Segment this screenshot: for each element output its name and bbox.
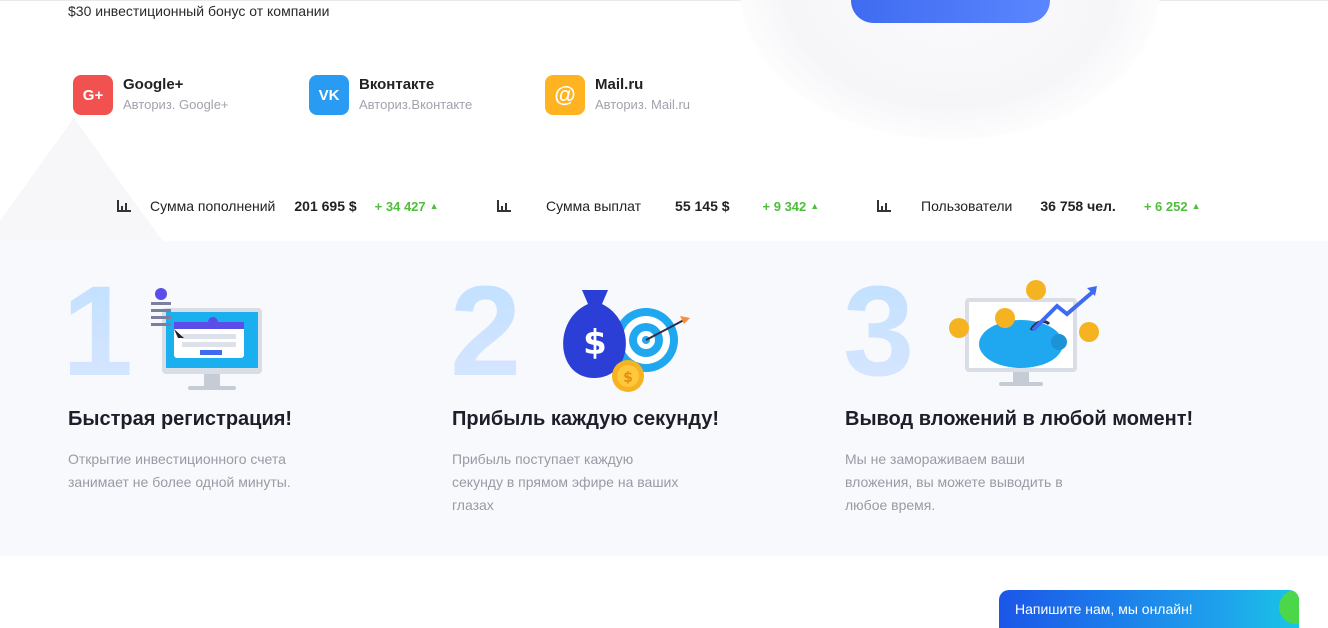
social-login-mailru[interactable]: @ Mail.ru Авториз. Mail.ru <box>545 75 690 115</box>
social-sub: Авториз. Mail.ru <box>595 97 691 112</box>
cta-button[interactable] <box>851 0 1050 23</box>
stat-delta: + 9 342 <box>762 198 807 214</box>
up-arrow-icon: ▲ <box>810 201 820 211</box>
svg-text:$: $ <box>623 370 633 386</box>
google-plus-icon: G+ <box>73 75 113 115</box>
social-login-google[interactable]: G+ Google+ Авториз. Google+ <box>73 75 229 115</box>
online-indicator-icon <box>1279 590 1299 624</box>
feature-description: Открытие инвестиционного счета занимает … <box>68 451 291 490</box>
stat-value: 55 145 $ <box>675 198 730 214</box>
stat-value: 36 758 чел. <box>1040 198 1116 214</box>
social-sub: Авториз. Google+ <box>123 97 229 112</box>
feature-title: Вывод вложений в любой момент! <box>845 408 1194 430</box>
stat-value: 201 695 $ <box>294 198 357 214</box>
social-login-vk[interactable]: VK Вконтакте Авториз.Вконтакте <box>309 75 472 115</box>
stat-label: Пользователи <box>921 198 1013 214</box>
bonus-text: $30 инвестиционный бонус от компании <box>68 3 330 19</box>
social-name: Mail.ru <box>595 76 644 93</box>
stat-users: Пользователи 36 758 чел. + 6 252 ▲ <box>877 198 1200 214</box>
bar-chart-icon <box>497 200 511 212</box>
vk-icon: VK <box>309 75 349 115</box>
registration-computer-icon <box>151 288 262 390</box>
social-name: Вконтакте <box>359 76 435 93</box>
feature-title: Прибыль каждую секунду! <box>452 408 720 430</box>
decorative-triangle <box>0 118 164 243</box>
stat-delta: + 6 252 <box>1143 198 1188 214</box>
up-arrow-icon: ▲ <box>1191 201 1201 211</box>
feature-description: Мы не замораживаем ваши вложения, вы мож… <box>845 451 1063 513</box>
stat-label: Сумма выплат <box>546 198 642 214</box>
feature-title: Быстрая регистрация! <box>68 408 293 430</box>
chat-label: Напишите нам, мы онлайн! <box>1015 601 1193 617</box>
feature-number: 1 <box>62 260 134 403</box>
feature-description: Прибыль поступает каждую секунду в прямо… <box>452 451 679 513</box>
up-arrow-icon: ▲ <box>429 201 439 211</box>
svg-text:$: $ <box>583 323 607 363</box>
social-name: Google+ <box>123 76 184 93</box>
feature-number: 2 <box>450 260 522 403</box>
feature-number: 3 <box>843 260 915 403</box>
social-sub: Авториз.Вконтакте <box>359 97 473 112</box>
mailru-icon: @ <box>545 75 585 115</box>
stat-deposits: Сумма пополнений 201 695 $ + 34 427 ▲ <box>117 198 439 214</box>
stat-payouts: Сумма выплат 55 145 $ + 9 342 ▲ <box>497 198 819 214</box>
stat-delta: + 34 427 <box>374 198 426 214</box>
bar-chart-icon <box>117 200 131 212</box>
chat-widget-button[interactable]: Напишите нам, мы онлайн! <box>999 590 1299 628</box>
money-bag-target-icon: $ $ <box>563 290 690 392</box>
stat-label: Сумма пополнений <box>150 198 276 214</box>
bar-chart-icon <box>877 200 891 212</box>
piggy-bank-monitor-icon <box>949 280 1099 386</box>
